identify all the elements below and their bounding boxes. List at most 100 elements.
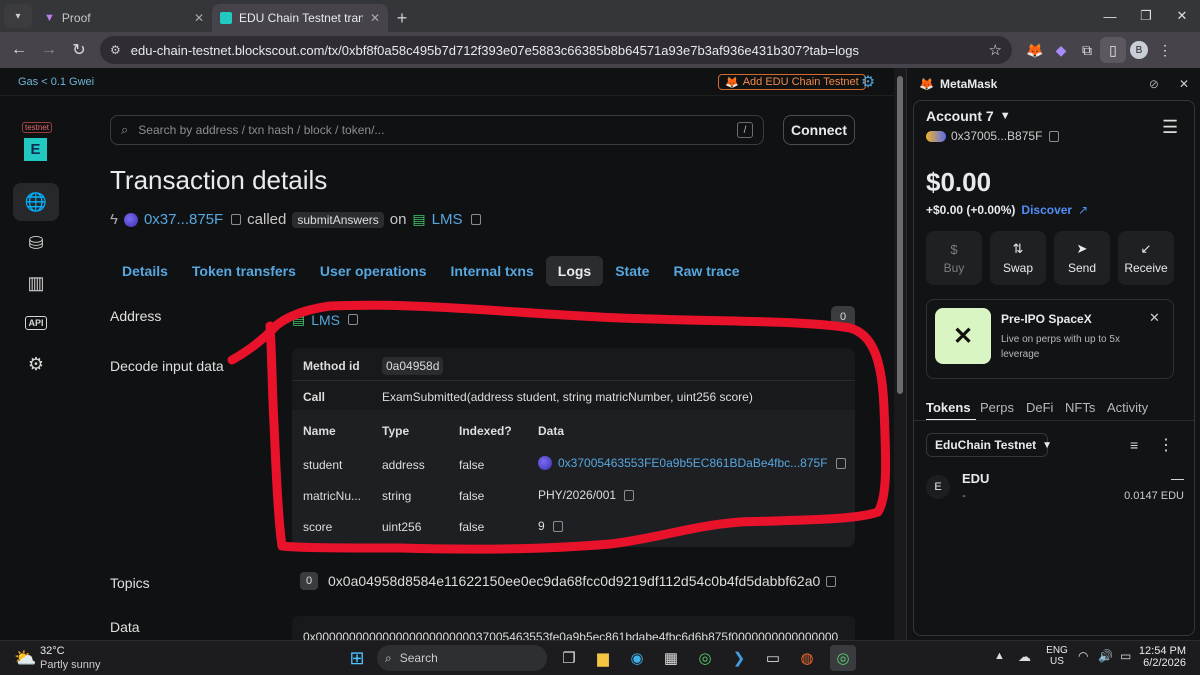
tab-user-operations[interactable]: User operations — [308, 256, 439, 286]
reload-button[interactable]: ↻ — [64, 35, 94, 65]
address-bar[interactable]: ⚙ edu-chain-testnet.blockscout.com/tx/0x… — [100, 36, 1012, 64]
arg-type: address — [382, 458, 425, 472]
network-filter-dropdown[interactable]: EduChain Testnet ▼ — [926, 433, 1052, 457]
swap-button[interactable]: ⇅ Swap — [990, 231, 1046, 285]
copy-icon[interactable] — [835, 457, 846, 469]
tab-state[interactable]: State — [603, 256, 661, 286]
new-tab-button[interactable]: + — [388, 4, 416, 32]
student-address-link[interactable]: 0x37005463553FE0a9b5EC861BDaBe4fbc...875… — [558, 456, 828, 470]
chrome-icon[interactable]: ◎ — [692, 645, 718, 671]
filter-icon[interactable]: ≡ — [1130, 437, 1138, 453]
copy-icon[interactable] — [624, 489, 635, 501]
battery-icon[interactable]: ▭ — [1120, 649, 1131, 663]
metamask-extension-icon[interactable]: 🦊 — [1022, 37, 1048, 63]
extensions-puzzle-icon[interactable]: ⧉ — [1074, 37, 1100, 63]
close-icon[interactable]: ✕ — [370, 11, 380, 25]
store-icon[interactable]: ▦ — [658, 645, 684, 671]
browser-tab-proof[interactable]: ▼ Proof ✕ — [36, 4, 212, 32]
account-address-row[interactable]: 0x37005...B875F — [926, 129, 1060, 143]
clock[interactable]: 12:54 PM 6/2/2026 — [1138, 645, 1186, 669]
weather-condition[interactable]: Partly sunny — [40, 659, 101, 671]
tokens-icon[interactable]: ⛁ — [13, 224, 59, 262]
tab-nfts[interactable]: NFTs — [1065, 400, 1095, 415]
more-menu-icon[interactable]: ⋮ — [1152, 37, 1178, 63]
tray-app-icon[interactable]: ☁ — [1018, 649, 1031, 665]
file-explorer-icon[interactable]: ▆ — [590, 645, 616, 671]
browser-tab-edu-chain[interactable]: EDU Chain Testnet transaction 0 ✕ — [212, 4, 388, 32]
taskbar-search[interactable]: ⌕ Search — [377, 645, 547, 671]
settings-icon[interactable]: ⚙ — [13, 345, 59, 383]
search-input[interactable]: ⌕ Search by address / txn hash / block /… — [110, 115, 764, 145]
forward-button[interactable]: → — [34, 35, 64, 65]
minimize-button[interactable]: — — [1090, 0, 1130, 32]
back-button[interactable]: ← — [4, 35, 34, 65]
copy-icon[interactable] — [552, 520, 563, 532]
buy-button[interactable]: $ Buy — [926, 231, 982, 285]
edu-chain-logo[interactable]: E — [24, 138, 47, 161]
connect-button[interactable]: Connect — [783, 115, 855, 145]
tab-details[interactable]: Details — [110, 256, 180, 286]
unpin-icon[interactable]: ⊘ — [1149, 77, 1159, 91]
maximize-button[interactable]: ❐ — [1126, 0, 1166, 32]
tab-internal-txns[interactable]: Internal txns — [439, 256, 546, 286]
extension-icon[interactable]: ◆ — [1048, 37, 1074, 63]
volume-icon[interactable]: 🔊 — [1098, 649, 1113, 663]
weather-temp[interactable]: 32°C — [40, 645, 65, 657]
scrollbar-thumb[interactable] — [897, 76, 903, 394]
discover-link[interactable]: Discover — [1021, 203, 1072, 217]
tab-activity[interactable]: Activity — [1107, 400, 1148, 415]
close-window-button[interactable]: ✕ — [1162, 0, 1200, 32]
contract-file-icon: ▤ — [412, 211, 426, 227]
token-row-edu[interactable]: E EDU - — 0.0147 EDU — [926, 471, 1184, 507]
promo-card[interactable]: ✕ Pre-IPO SpaceX Live on perps with up t… — [926, 299, 1174, 379]
arg-name: matricNu... — [303, 489, 362, 503]
site-info-icon[interactable]: ⚙ — [110, 43, 121, 57]
language-top: ENG — [1046, 645, 1068, 656]
add-chain-button[interactable]: 🦊 Add EDU Chain Testnet — [718, 74, 866, 90]
tab-token-transfers[interactable]: Token transfers — [180, 256, 308, 286]
on-text: on — [389, 211, 407, 228]
wifi-icon[interactable]: ◠ — [1078, 649, 1088, 663]
hamburger-menu-icon[interactable]: ☰ — [1162, 117, 1178, 138]
log-address-link[interactable]: LMS — [311, 312, 340, 328]
copy-icon[interactable] — [231, 214, 242, 225]
tab-search-button[interactable]: ▾ — [4, 4, 32, 28]
more-options-icon[interactable]: ⋮ — [1158, 435, 1174, 455]
close-icon[interactable]: ✕ — [194, 11, 204, 25]
from-address-link[interactable]: 0x37...875F — [144, 211, 223, 228]
gas-price[interactable]: Gas < 0.1 Gwei — [18, 76, 94, 88]
edge-icon[interactable]: ◉ — [624, 645, 650, 671]
account-selector[interactable]: Account 7 ▼ — [926, 108, 1011, 124]
tray-chevron-up-icon[interactable]: ▲ — [994, 650, 1005, 662]
bookmark-star-icon[interactable]: ☆ — [989, 41, 1002, 59]
tab-raw-trace[interactable]: Raw trace — [661, 256, 751, 286]
side-panel-icon[interactable]: ▯ — [1100, 37, 1126, 63]
settings-gear-icon[interactable]: ⚙ — [859, 73, 877, 91]
firefox-icon[interactable]: ◍ — [794, 645, 820, 671]
api-icon[interactable]: API — [13, 304, 59, 342]
copy-icon[interactable] — [348, 314, 359, 325]
close-icon[interactable]: ✕ — [1179, 77, 1189, 91]
globe-icon[interactable]: 🌐 — [13, 183, 59, 221]
vscode-icon[interactable]: ❯ — [726, 645, 752, 671]
tab-perps[interactable]: Perps — [980, 400, 1014, 415]
copy-icon[interactable] — [1049, 130, 1060, 142]
receive-button[interactable]: ↙ Receive — [1118, 231, 1174, 285]
send-button[interactable]: ➤ Send — [1054, 231, 1110, 285]
stats-chart-icon[interactable]: ▥ — [13, 264, 59, 302]
language-indicator[interactable]: ENG US — [1046, 645, 1068, 667]
contract-link[interactable]: LMS — [432, 211, 463, 228]
profile-avatar[interactable]: B — [1126, 37, 1152, 63]
tab-tokens[interactable]: Tokens — [926, 400, 971, 415]
task-view-icon[interactable]: ❐ — [556, 645, 582, 671]
tab-logs[interactable]: Logs — [545, 256, 604, 286]
page-scrollbar[interactable] — [894, 68, 906, 640]
windows-start-icon[interactable]: ⊞ — [344, 645, 370, 671]
terminal-icon[interactable]: ▭ — [760, 645, 786, 671]
copy-icon[interactable] — [470, 214, 481, 225]
weather-sun-icon[interactable]: ⛅ — [14, 648, 36, 669]
close-icon[interactable]: ✕ — [1149, 310, 1160, 326]
copy-icon[interactable] — [826, 575, 837, 587]
chrome-active-icon[interactable]: ◎ — [830, 645, 856, 671]
tab-defi[interactable]: DeFi — [1026, 400, 1053, 415]
